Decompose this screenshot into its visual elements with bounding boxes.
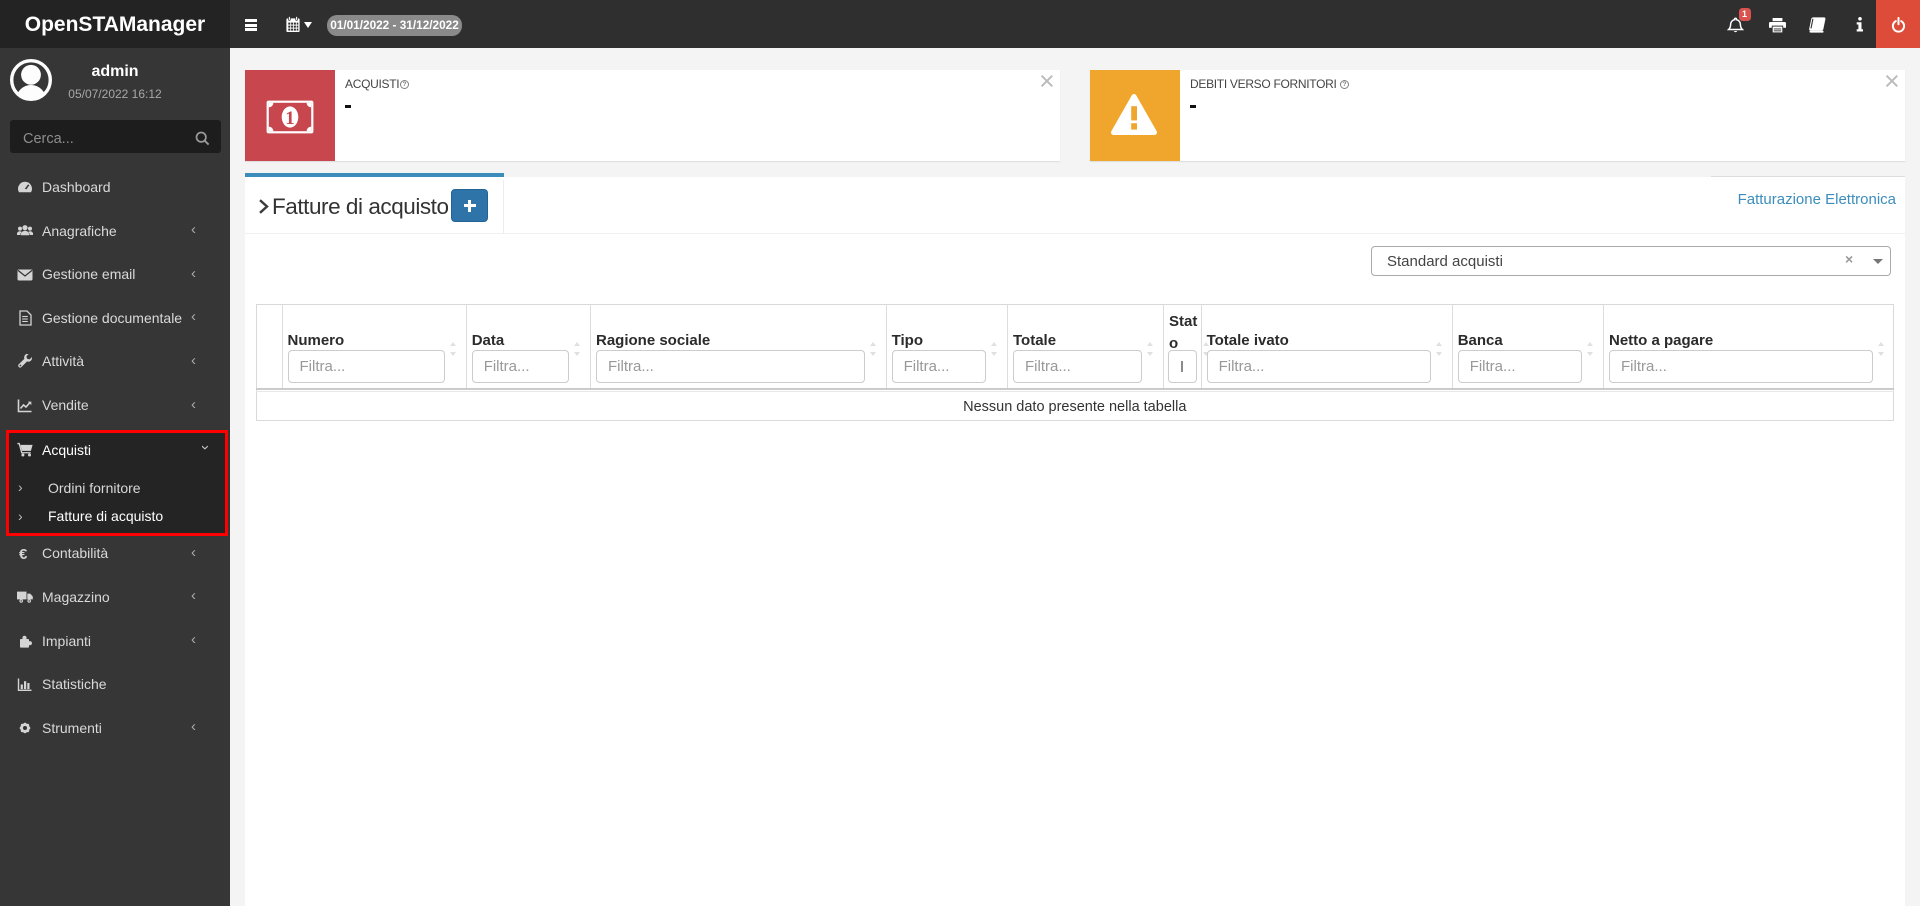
svg-text:1: 1 <box>285 108 295 129</box>
svg-text:€: € <box>19 546 28 562</box>
